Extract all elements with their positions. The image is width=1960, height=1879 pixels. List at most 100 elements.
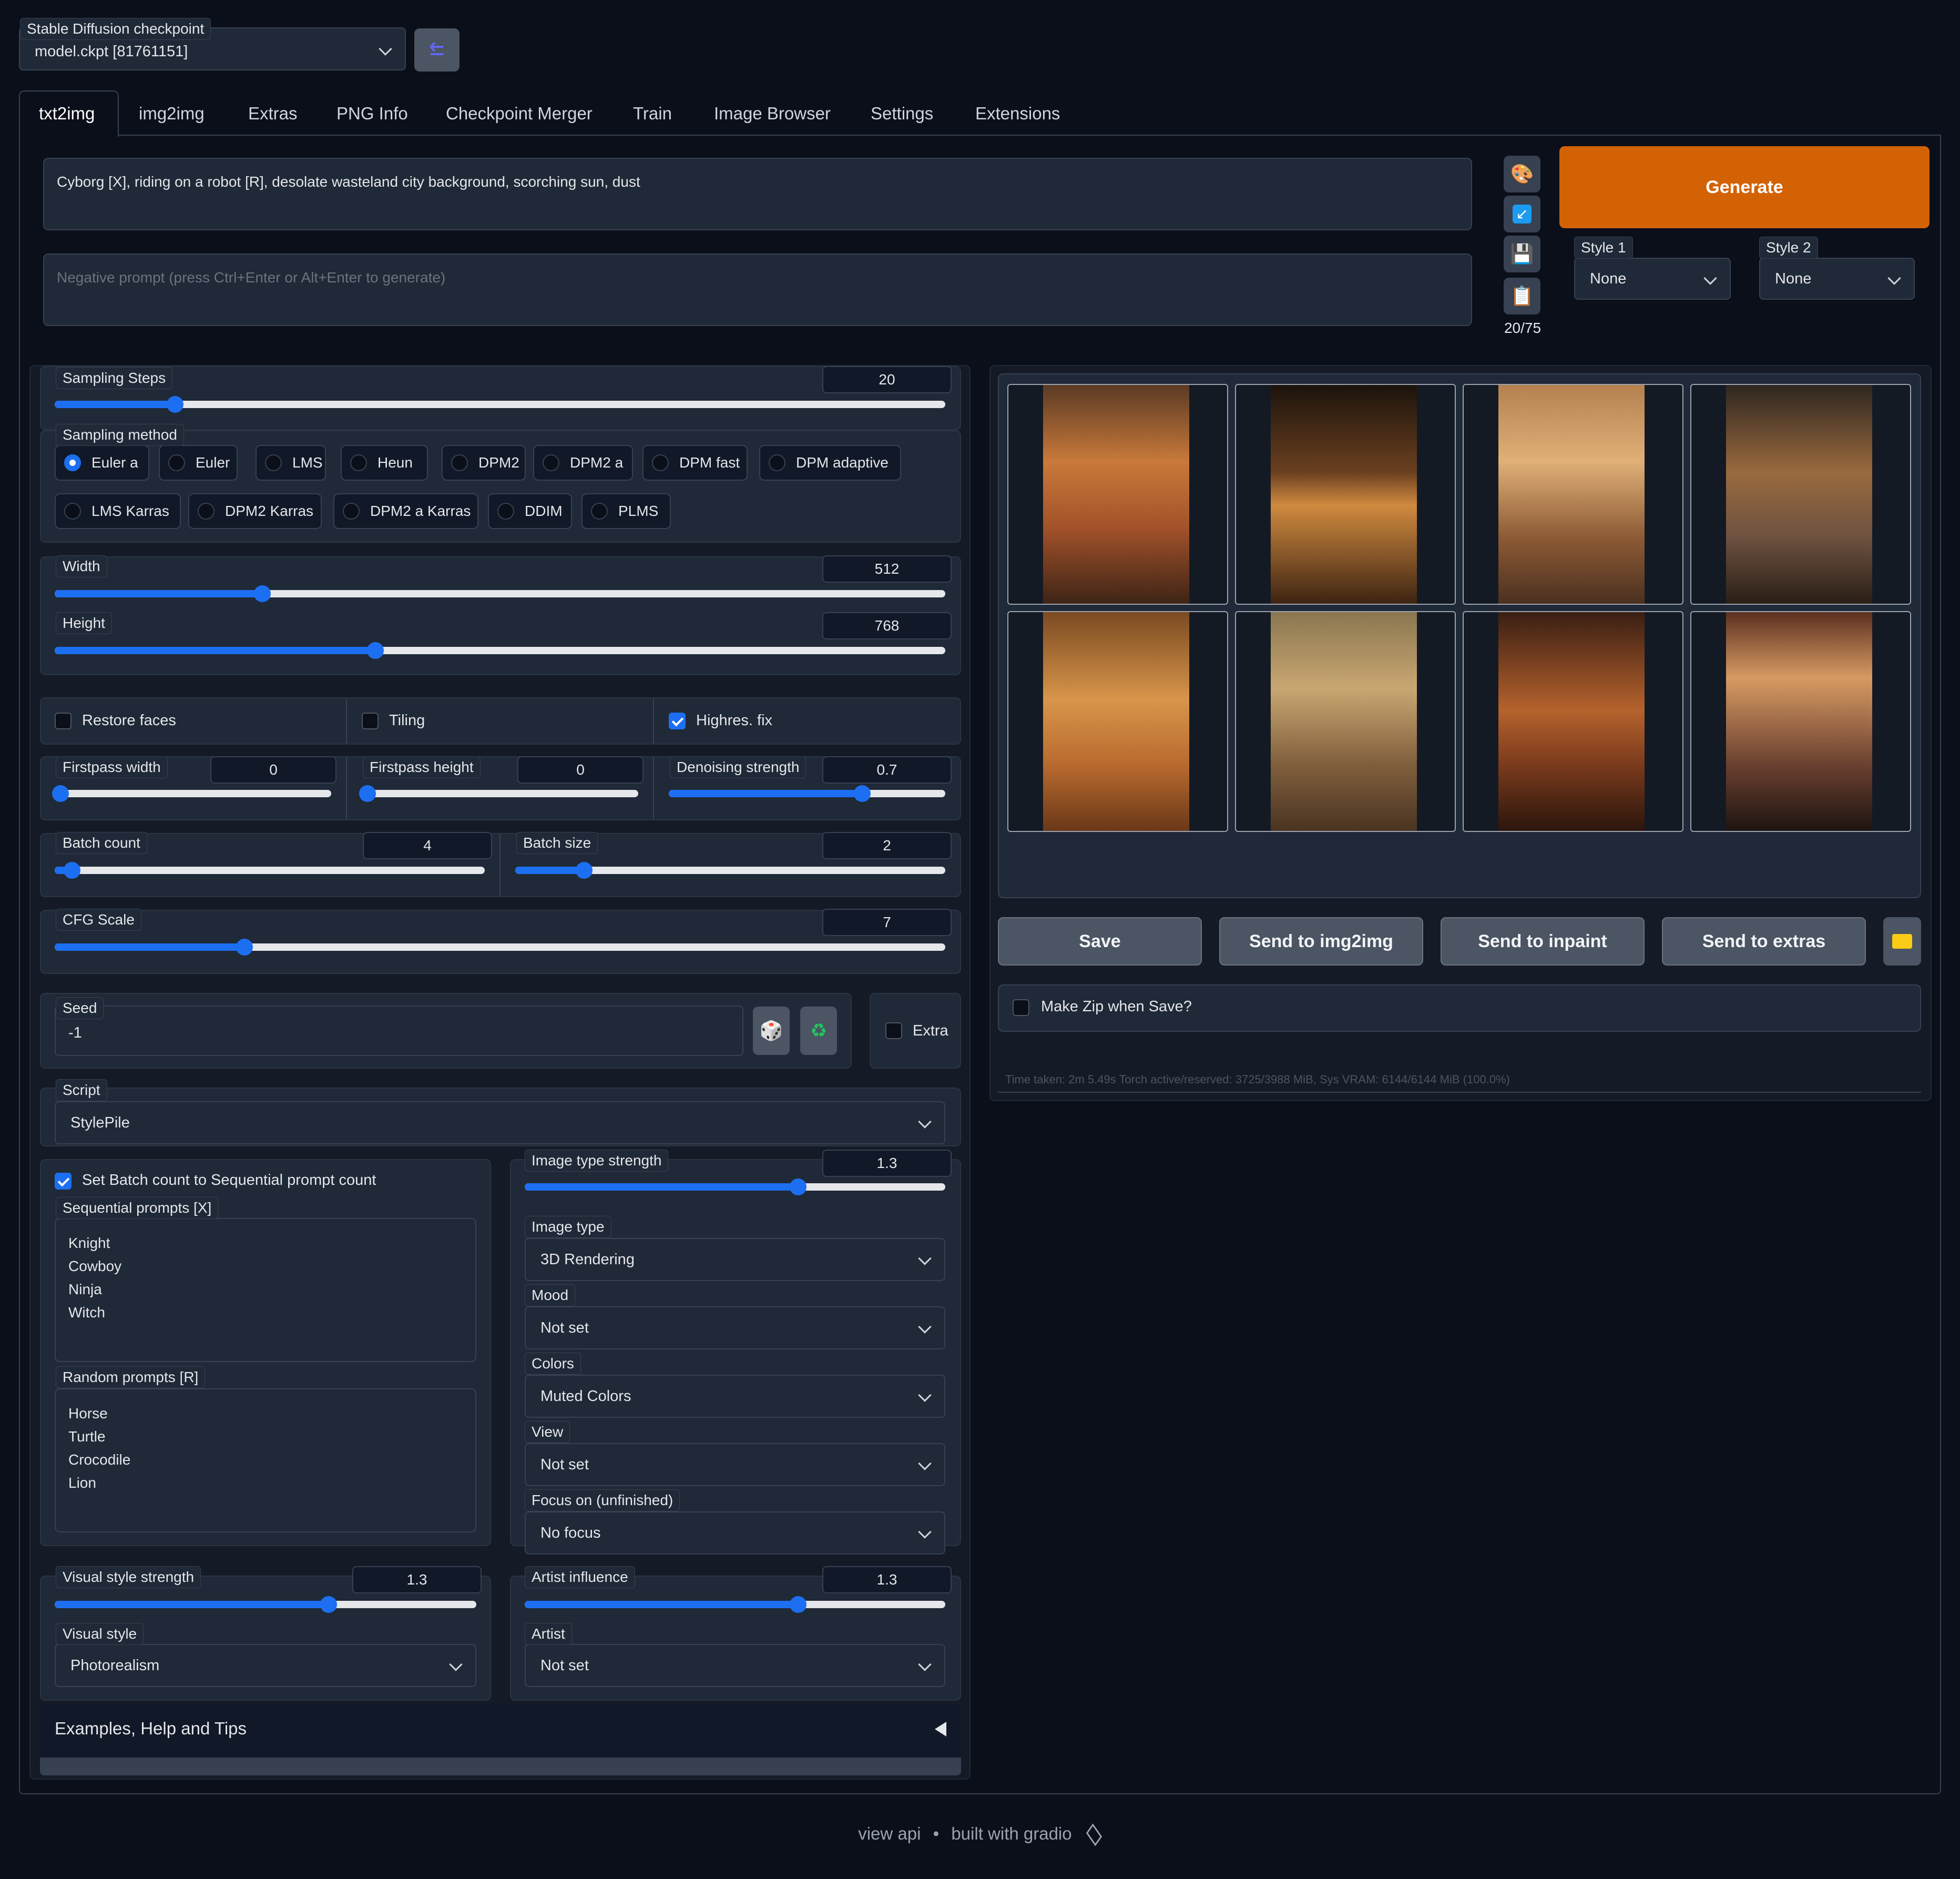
height-slider[interactable] bbox=[55, 642, 945, 659]
sampler-heun[interactable]: Heun bbox=[341, 445, 428, 481]
restore-faces-checkbox[interactable] bbox=[55, 713, 72, 729]
open-folder-button[interactable] bbox=[1883, 917, 1921, 966]
visual-style-strength-input[interactable]: 1.3 bbox=[352, 1566, 482, 1593]
denoising-strength-input[interactable]: 0.7 bbox=[822, 756, 952, 784]
tab-extras[interactable]: Extras bbox=[248, 93, 298, 135]
slider-thumb[interactable] bbox=[236, 939, 253, 956]
gallery-image[interactable] bbox=[1463, 611, 1683, 832]
sampler-plms[interactable]: PLMS bbox=[581, 493, 671, 529]
batch-size-input[interactable]: 2 bbox=[822, 832, 952, 859]
make-zip-checkbox[interactable] bbox=[1013, 999, 1029, 1016]
slider-thumb[interactable] bbox=[366, 642, 384, 659]
artist-select[interactable]: Not set bbox=[525, 1644, 945, 1687]
sampler-dpm2-karras[interactable]: DPM2 Karras bbox=[188, 493, 322, 529]
artist-influence-slider[interactable] bbox=[525, 1596, 945, 1613]
artist-influence-input[interactable]: 1.3 bbox=[822, 1566, 952, 1593]
gallery-image[interactable] bbox=[1007, 384, 1228, 605]
tiling-checkbox[interactable] bbox=[362, 713, 379, 729]
examples-accordion[interactable]: Examples, Help and Tips bbox=[40, 1704, 961, 1775]
style2-select[interactable]: None bbox=[1759, 258, 1915, 300]
height-input[interactable]: 768 bbox=[822, 612, 952, 639]
send-to-inpaint-button[interactable]: Send to inpaint bbox=[1441, 917, 1645, 966]
sampler-lms[interactable]: LMS bbox=[256, 445, 326, 481]
prompt-input[interactable]: Cyborg [X], riding on a robot [R], desol… bbox=[43, 158, 1472, 230]
random-prompts-input[interactable]: Horse Turtle Crocodile Lion bbox=[55, 1388, 476, 1532]
slider-thumb[interactable] bbox=[63, 862, 80, 879]
random-seed-button[interactable]: 🎲 bbox=[753, 1007, 790, 1055]
sampler-euler[interactable]: Euler bbox=[159, 445, 238, 481]
highres-fix-checkbox[interactable] bbox=[669, 713, 686, 729]
image-type-strength-input[interactable]: 1.3 bbox=[822, 1150, 952, 1177]
save-style-button[interactable]: 💾 bbox=[1504, 236, 1540, 272]
slider-thumb[interactable] bbox=[166, 396, 183, 413]
refresh-checkpoint-button[interactable] bbox=[414, 28, 460, 72]
script-select[interactable]: StylePile bbox=[55, 1101, 945, 1144]
tab-image-browser[interactable]: Image Browser bbox=[714, 93, 831, 135]
batch-count-slider[interactable] bbox=[55, 862, 485, 879]
slider-thumb[interactable] bbox=[575, 862, 593, 879]
extra-checkbox[interactable] bbox=[885, 1022, 902, 1039]
batch-count-input[interactable]: 4 bbox=[363, 832, 492, 859]
image-type-strength-slider[interactable] bbox=[525, 1179, 945, 1195]
width-input[interactable]: 512 bbox=[822, 555, 952, 583]
reuse-seed-button[interactable]: ♻ bbox=[800, 1007, 837, 1055]
tab-train[interactable]: Train bbox=[633, 93, 672, 135]
firstpass-width-input[interactable]: 0 bbox=[210, 756, 336, 784]
seed-input[interactable]: -1 bbox=[55, 1005, 743, 1056]
send-to-img2img-button[interactable]: Send to img2img bbox=[1219, 917, 1423, 966]
sampler-dpm-fast[interactable]: DPM fast bbox=[642, 445, 748, 481]
slider-thumb[interactable] bbox=[52, 785, 69, 802]
sequential-prompts-input[interactable]: Knight Cowboy Ninja Witch bbox=[55, 1218, 476, 1362]
save-button[interactable]: Save bbox=[998, 917, 1202, 966]
sampling-steps-slider[interactable] bbox=[55, 396, 945, 413]
cfg-scale-input[interactable]: 7 bbox=[822, 909, 952, 936]
slider-thumb[interactable] bbox=[359, 785, 376, 802]
cfg-scale-slider[interactable] bbox=[55, 939, 945, 956]
sampler-dpm2-a-karras[interactable]: DPM2 a Karras bbox=[333, 493, 478, 529]
interrogate-button[interactable]: 🎨 bbox=[1504, 156, 1540, 192]
denoising-strength-slider[interactable] bbox=[669, 785, 945, 802]
tab-png-info[interactable]: PNG Info bbox=[336, 93, 408, 135]
batch-size-slider[interactable] bbox=[515, 862, 945, 879]
sampler-dpm2[interactable]: DPM2 bbox=[442, 445, 526, 481]
tab-txt2img[interactable]: txt2img bbox=[39, 93, 95, 135]
read-params-button[interactable]: ↙ bbox=[1504, 196, 1540, 232]
tab-settings[interactable]: Settings bbox=[871, 93, 933, 135]
generate-button[interactable]: Generate bbox=[1559, 146, 1930, 228]
firstpass-width-slider[interactable] bbox=[52, 785, 331, 802]
gallery-image[interactable] bbox=[1007, 611, 1228, 832]
batch-seq-checkbox[interactable] bbox=[55, 1173, 72, 1190]
gallery-image[interactable] bbox=[1463, 384, 1683, 605]
gallery-image[interactable] bbox=[1235, 611, 1456, 832]
gallery-image[interactable] bbox=[1235, 384, 1456, 605]
send-to-extras-button[interactable]: Send to extras bbox=[1662, 917, 1866, 966]
width-slider[interactable] bbox=[55, 585, 945, 602]
sampling-steps-input[interactable]: 20 bbox=[822, 366, 952, 393]
colors-select[interactable]: Muted Colors bbox=[525, 1375, 945, 1418]
built-with-gradio-link[interactable]: built with gradio bbox=[951, 1824, 1071, 1843]
firstpass-height-input[interactable]: 0 bbox=[517, 756, 644, 784]
tab-extensions[interactable]: Extensions bbox=[975, 93, 1060, 135]
tab-img2img[interactable]: img2img bbox=[139, 93, 205, 135]
visual-style-select[interactable]: Photorealism bbox=[55, 1644, 476, 1687]
slider-thumb[interactable] bbox=[790, 1596, 807, 1613]
sampler-euler-a[interactable]: Euler a bbox=[55, 445, 149, 481]
focus-select[interactable]: No focus bbox=[525, 1511, 945, 1555]
negative-prompt-input[interactable]: Negative prompt (press Ctrl+Enter or Alt… bbox=[43, 253, 1472, 326]
slider-thumb[interactable] bbox=[790, 1179, 807, 1195]
sampler-dpm-adaptive[interactable]: DPM adaptive bbox=[759, 445, 901, 481]
gallery-image[interactable] bbox=[1690, 384, 1911, 605]
gallery-image[interactable] bbox=[1690, 611, 1911, 832]
slider-thumb[interactable] bbox=[854, 785, 871, 802]
view-select[interactable]: Not set bbox=[525, 1443, 945, 1486]
apply-style-button[interactable]: 📋 bbox=[1504, 278, 1540, 314]
sampler-ddim[interactable]: DDIM bbox=[488, 493, 572, 529]
slider-thumb[interactable] bbox=[253, 585, 271, 602]
style1-select[interactable]: None bbox=[1574, 258, 1731, 300]
image-type-select[interactable]: 3D Rendering bbox=[525, 1238, 945, 1281]
sampler-lms-karras[interactable]: LMS Karras bbox=[55, 493, 181, 529]
mood-select[interactable]: Not set bbox=[525, 1306, 945, 1349]
tab-checkpoint-merger[interactable]: Checkpoint Merger bbox=[446, 93, 593, 135]
sampler-dpm2-a[interactable]: DPM2 a bbox=[533, 445, 633, 481]
firstpass-height-slider[interactable] bbox=[359, 785, 638, 802]
